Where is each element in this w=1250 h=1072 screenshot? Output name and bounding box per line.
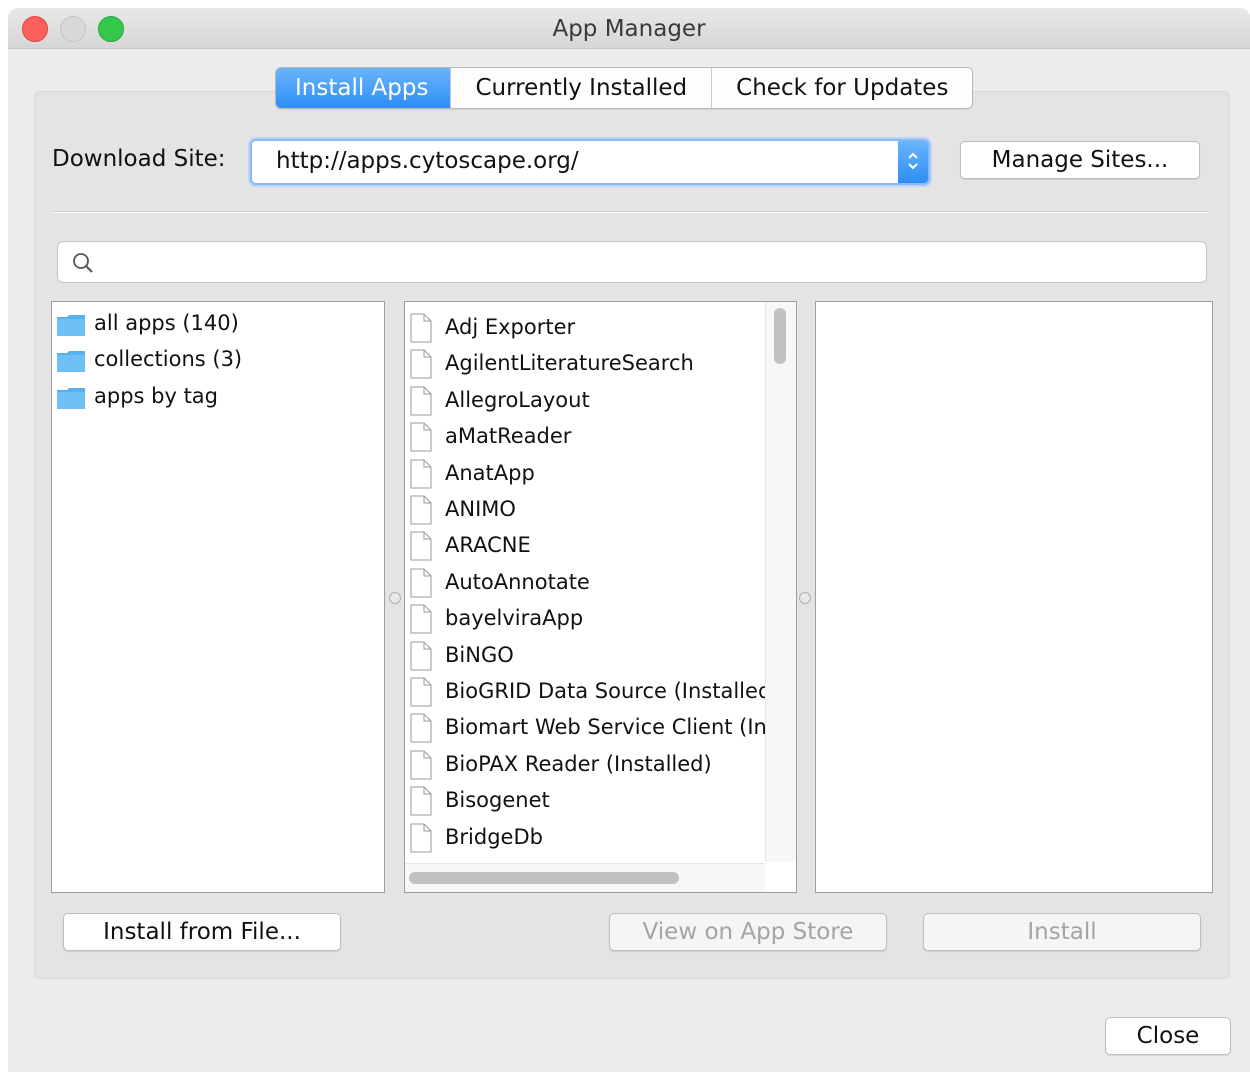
document-icon [410,677,432,707]
list-item-label: BridgeDb [445,824,543,849]
search-input[interactable] [57,241,1207,283]
list-item-label: BioGRID Data Source (Installed) [445,679,780,703]
manage-sites-button[interactable]: Manage Sites... [960,141,1200,179]
select-arrows-icon[interactable] [898,141,928,183]
horizontal-scrollbar[interactable] [405,863,765,892]
document-icon [410,459,432,489]
tab-bar: Install Apps Currently Installed Check f… [275,67,974,109]
vertical-scroll-thumb[interactable] [774,308,786,364]
document-icon [410,349,432,379]
list-item-label: AgilentLiteratureSearch [445,351,694,376]
list-item-label: ANIMO [445,497,516,521]
document-icon [410,823,432,853]
list-item-label: Adj Exporter [445,315,576,339]
list-item-label: Biomart Web Service Client (Inst [445,715,787,740]
list-item-label: bayelviraApp [445,606,584,631]
document-icon [410,568,432,598]
folder-icon [57,388,85,409]
download-site-label: Download Site: [52,146,226,172]
horizontal-scroll-thumb[interactable] [409,872,679,884]
list-item-label: ARACNE [445,533,531,558]
folder-icon [57,351,85,372]
document-icon [410,604,432,634]
category-tree: all apps (140) collections (3) apps by t… [51,301,385,893]
document-icon [410,386,432,416]
tab-install-apps[interactable]: Install Apps [276,68,451,108]
split-pane-divider-left[interactable] [389,592,401,604]
close-button[interactable]: Close [1105,1017,1231,1055]
document-icon [410,641,432,671]
vertical-scrollbar[interactable] [765,302,796,862]
document-icon [410,750,432,780]
document-icon [410,786,432,816]
download-site-select[interactable]: http://apps.cytoscape.org/ [250,139,930,185]
tab-currently-installed[interactable]: Currently Installed [450,68,712,108]
document-icon [410,422,432,452]
list-item-label: AutoAnnotate [445,569,590,594]
list-item-label: AllegroLayout [445,387,590,412]
document-icon [410,313,432,343]
list-item-label: BioPAX Reader (Installed) [445,751,712,776]
document-icon [410,713,432,743]
search-icon [73,253,93,273]
install-from-file-button[interactable]: Install from File... [63,913,341,951]
download-site-value: http://apps.cytoscape.org/ [276,148,579,174]
app-list: Adj Exporter AgilentLiteratureSearch Alleg… [404,301,797,893]
list-item-label: Bisogenet [445,788,550,813]
document-icon [410,495,432,525]
view-on-app-store-button[interactable]: View on App Store [609,913,887,951]
install-button[interactable]: Install [923,913,1201,951]
document-icon [410,531,432,561]
tab-check-for-updates[interactable]: Check for Updates [711,68,973,108]
split-pane-divider-right[interactable] [799,592,811,604]
title-bar: App Manager [8,8,1250,49]
list-item-label: AnatApp [445,460,535,485]
list-item-label: BiNGO [445,642,514,667]
folder-icon [57,315,85,336]
list-item-label: aMatReader [445,424,572,449]
window-title: App Manager [552,16,706,42]
app-description-pane [815,301,1213,893]
app-manager-window: App Manager Install Apps Currently Insta… [8,8,1250,1072]
section-divider [52,211,1210,213]
